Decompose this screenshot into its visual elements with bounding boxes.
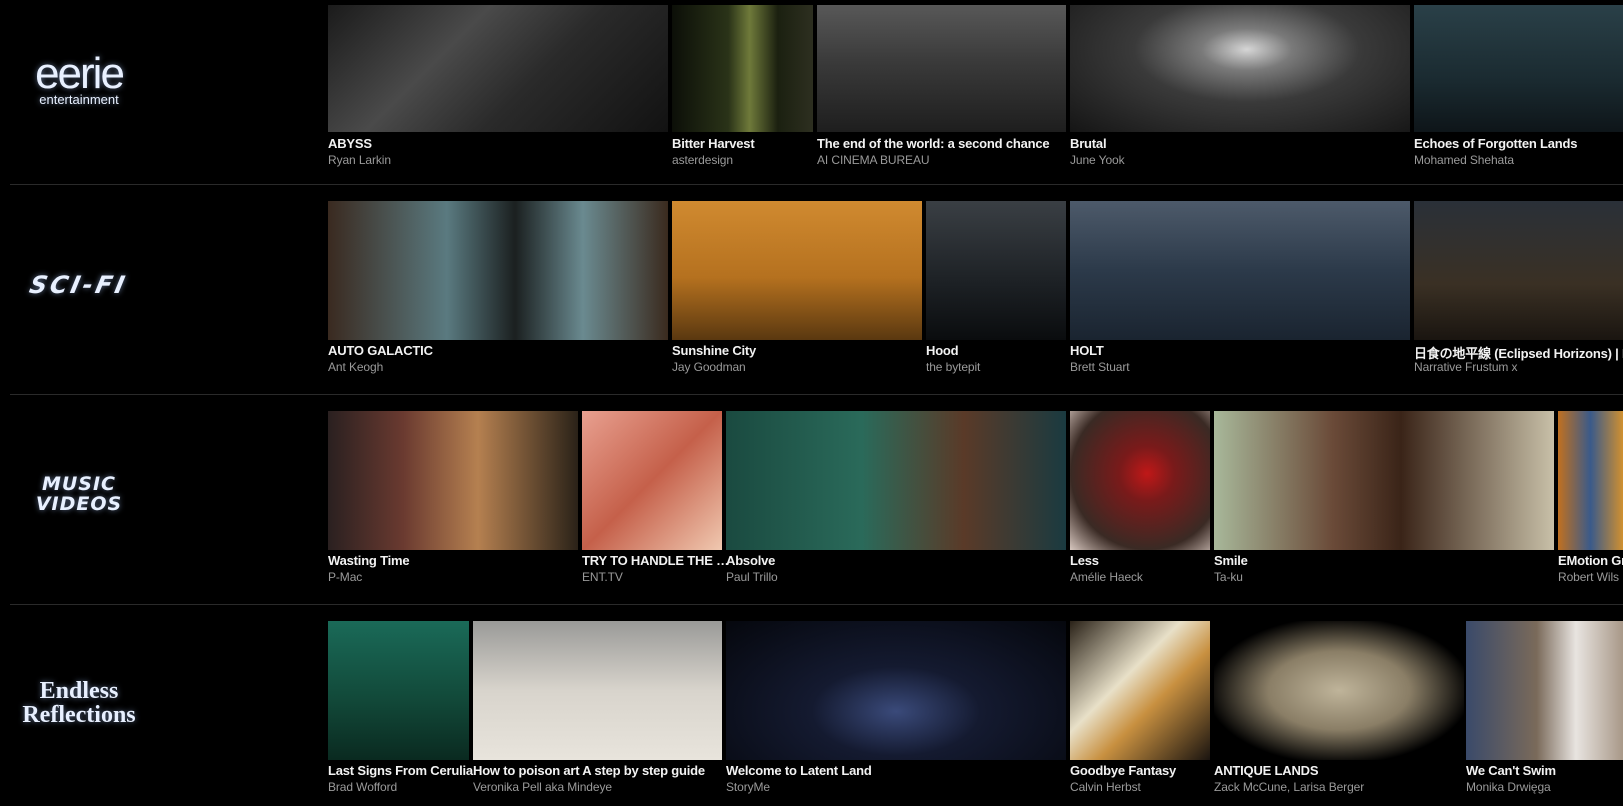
video-thumbnail[interactable] (726, 411, 1066, 550)
video-title[interactable]: ANTIQUE LANDS (1214, 763, 1318, 778)
video-thumbnail[interactable] (473, 621, 722, 760)
video-title[interactable]: How to poison art A step by step guide (473, 763, 705, 778)
video-title[interactable]: TRY TO HANDLE THE … (582, 553, 729, 568)
video-author[interactable]: asterdesign (672, 153, 733, 167)
video-title[interactable]: Smile (1214, 553, 1248, 568)
endless-reflections-logo[interactable]: Endless Reflections (14, 670, 144, 736)
video-author[interactable]: Narrative Frustum x (1414, 360, 1518, 374)
video-author[interactable]: Veronika Pell aka Mindeye (473, 780, 612, 794)
channel-row-scifi: SCI-FI AUTO GALACTIC Ant Keogh Sunshine … (0, 190, 1623, 390)
video-thumbnail[interactable] (328, 621, 469, 760)
video-author[interactable]: Calvin Herbst (1070, 780, 1141, 794)
video-thumbnail[interactable] (1414, 5, 1623, 132)
video-thumbnail[interactable] (1558, 411, 1623, 550)
video-author[interactable]: Ryan Larkin (328, 153, 391, 167)
video-title[interactable]: Bitter Harvest (672, 136, 755, 151)
channel-row-eerie: eerie entertainment ABYSS Ryan Larkin Bi… (0, 0, 1623, 185)
video-thumbnail[interactable] (1070, 621, 1210, 760)
video-author[interactable]: Mohamed Shehata (1414, 153, 1514, 167)
video-author[interactable]: June Yook (1070, 153, 1125, 167)
video-author[interactable]: Ant Keogh (328, 360, 383, 374)
video-title[interactable]: Welcome to Latent Land (726, 763, 872, 778)
video-title[interactable]: HOLT (1070, 343, 1104, 358)
video-title[interactable]: AUTO GALACTIC (328, 343, 433, 358)
row-divider (10, 184, 1623, 185)
video-thumbnail[interactable] (1214, 411, 1554, 550)
video-card[interactable]: We Can't Swim Monika Drwięga (1466, 621, 1623, 806)
video-author[interactable]: Zack McCune, Larisa Berger (1214, 780, 1364, 794)
video-card[interactable]: EMotion Gr Robert Wils (1558, 411, 1623, 601)
video-title[interactable]: Last Signs From Cerulia (328, 763, 473, 778)
logo-main-text: MUSIC VIDEOS (35, 473, 123, 515)
video-title[interactable]: EMotion Gr (1558, 553, 1623, 568)
video-thumbnail[interactable] (672, 201, 922, 340)
video-author[interactable]: Amélie Haeck (1070, 570, 1143, 584)
video-title[interactable]: Echoes of Forgotten Lands (1414, 136, 1577, 151)
video-thumbnail[interactable] (1070, 201, 1410, 340)
logo-main-text: SCI-FI (27, 271, 131, 299)
video-thumbnail[interactable] (582, 411, 722, 550)
video-author[interactable]: P-Mac (328, 570, 362, 584)
video-title[interactable]: Goodbye Fantasy (1070, 763, 1176, 778)
video-title[interactable]: Less (1070, 553, 1099, 568)
video-title[interactable]: The end of the world: a second chance (817, 136, 1050, 151)
video-title[interactable]: Hood (926, 343, 959, 358)
video-title[interactable]: Brutal (1070, 136, 1107, 151)
video-author[interactable]: the bytepit (926, 360, 980, 374)
logo-main-text: eerie (35, 48, 125, 98)
video-author[interactable]: Ta-ku (1214, 570, 1243, 584)
row-divider (10, 604, 1623, 605)
video-title[interactable]: ABYSS (328, 136, 372, 151)
logo-main-text: Endless (39, 678, 119, 704)
video-thumbnail[interactable] (926, 201, 1066, 340)
music-videos-logo[interactable]: MUSIC VIDEOS (14, 470, 144, 520)
video-thumbnail[interactable] (1070, 5, 1410, 132)
video-thumbnail[interactable] (328, 411, 578, 550)
logo-sub-text: entertainment (39, 91, 119, 107)
eerie-entertainment-logo[interactable]: eerie entertainment (14, 48, 144, 110)
video-title[interactable]: We Can't Swim (1466, 763, 1556, 778)
video-thumbnail[interactable] (328, 5, 668, 132)
video-author[interactable]: ENT.TV (582, 570, 623, 584)
video-title[interactable]: Absolve (726, 553, 775, 568)
video-title[interactable]: Wasting Time (328, 553, 410, 568)
video-author[interactable]: AI CINEMA BUREAU (817, 153, 930, 167)
channel-row-endless-reflections: Endless Reflections Last Signs From Ceru… (0, 610, 1623, 806)
video-author[interactable]: Robert Wils (1558, 570, 1619, 584)
video-author[interactable]: Monika Drwięga (1466, 780, 1551, 794)
video-thumbnail[interactable] (1214, 621, 1464, 760)
video-author[interactable]: Paul Trillo (726, 570, 778, 584)
channel-row-music-videos: MUSIC VIDEOS Wasting Time P-Mac TRY TO H… (0, 400, 1623, 600)
video-author[interactable]: StoryMe (726, 780, 770, 794)
video-author[interactable]: Brett Stuart (1070, 360, 1130, 374)
video-thumbnail[interactable] (1466, 621, 1623, 760)
video-title[interactable]: Sunshine City (672, 343, 756, 358)
video-thumbnail[interactable] (1414, 201, 1623, 340)
video-thumbnail[interactable] (1070, 411, 1210, 550)
video-thumbnail[interactable] (726, 621, 1066, 760)
row-divider (10, 394, 1623, 395)
sci-fi-logo[interactable]: SCI-FI (14, 265, 144, 305)
video-thumbnail[interactable] (672, 5, 813, 132)
video-thumbnail[interactable] (328, 201, 668, 340)
logo-sub-text: Reflections (22, 702, 136, 728)
video-author[interactable]: Jay Goodman (672, 360, 746, 374)
video-author[interactable]: Brad Wofford (328, 780, 397, 794)
video-thumbnail[interactable] (817, 5, 1066, 132)
